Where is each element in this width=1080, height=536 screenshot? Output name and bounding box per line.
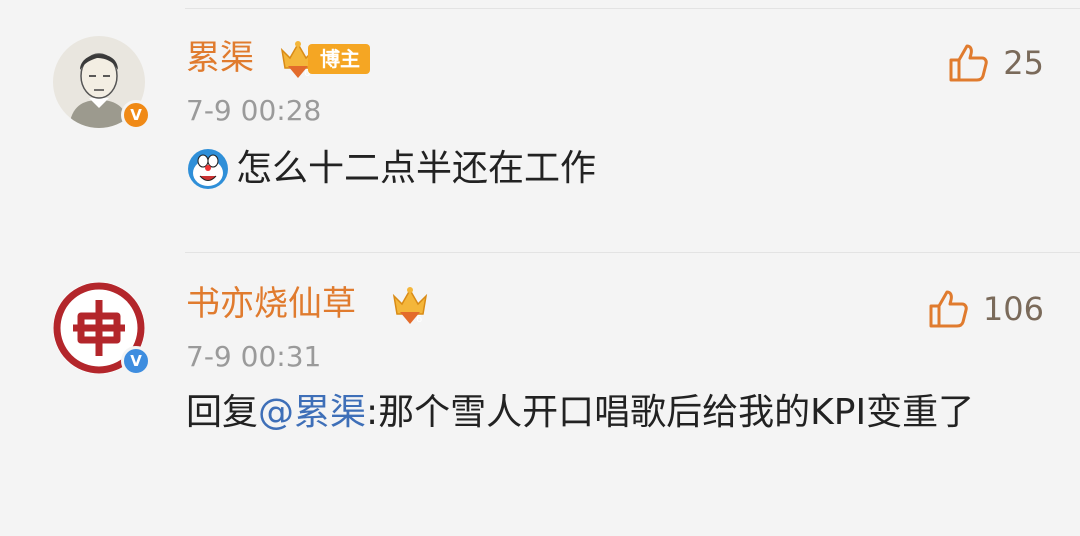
avatar[interactable]: V	[53, 282, 151, 376]
verified-v-icon: V	[121, 100, 151, 130]
avatar[interactable]: V	[53, 36, 151, 130]
verified-v-icon: V	[121, 346, 151, 376]
reply-prefix: 回复	[186, 392, 259, 433]
like-count: 106	[982, 290, 1044, 328]
username[interactable]: 书亦烧仙草	[186, 284, 356, 324]
timestamp: 7-9 00:31	[186, 340, 322, 373]
comment-text: 怎么十二点半还在工作	[186, 144, 1036, 194]
mention-link[interactable]: @累渠	[258, 392, 366, 433]
comment-item: V 书亦烧仙草 6 7-9 00:31 106 回复@累渠:那个雪人开口唱歌后给…	[0, 252, 1080, 536]
crown-level-icon: 6	[392, 287, 428, 325]
svg-text:6: 6	[416, 314, 422, 325]
like-button[interactable]: 25	[947, 42, 1044, 84]
timestamp: 7-9 00:28	[186, 94, 322, 127]
like-button[interactable]: 106	[927, 288, 1044, 330]
blogger-badge: 博主	[308, 44, 370, 74]
thumb-up-icon	[929, 290, 968, 328]
username[interactable]: 累渠	[186, 38, 254, 78]
like-count: 25	[1003, 44, 1044, 82]
thumb-up-icon	[949, 44, 989, 82]
comment-body: 怎么十二点半还在工作	[236, 148, 597, 189]
comment-body: :那个雪人开口唱歌后给我的KPI变重了	[366, 392, 975, 433]
comment-text: 回复@累渠:那个雪人开口唱歌后给我的KPI变重了	[186, 388, 1036, 438]
comment-item: V 累渠 6 博主 7-9 00:28 25 怎么十二点半还在工作	[0, 0, 1080, 250]
doraemon-emoji-icon	[188, 149, 228, 189]
